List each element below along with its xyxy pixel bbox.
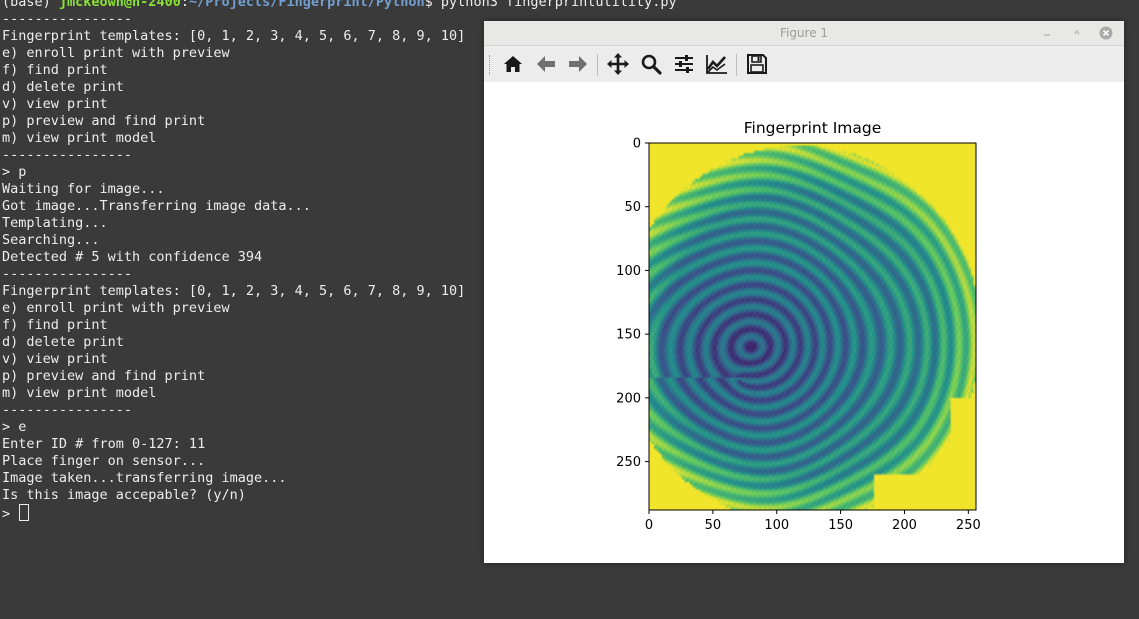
y-tick-label: 50 [624,200,641,215]
arrow-right-icon [569,56,587,72]
home-button[interactable] [500,51,526,77]
toolbar-grip[interactable] [489,55,492,75]
terminal-line: Enter ID # from 0-127: 11 [2,436,206,452]
fingerprint-plot: Fingerprint Image 0 50 100 150 200 250 0 50 100 15… [616,119,981,533]
terminal[interactable]: (base) jmckeown@h-2400:~/Projects/Finger… [0,0,677,613]
terminal-line: v) view print [2,96,108,112]
terminal-line: Place finger on sensor... [2,453,206,469]
x-tick-label: 50 [705,518,722,533]
heatmap-image [649,143,976,510]
close-icon [1099,26,1113,40]
zoom-button[interactable] [638,51,664,77]
terminal-line: d) delete print [2,79,124,95]
y-tick-label: 100 [616,264,641,279]
sliders-icon [675,55,693,73]
terminal-line: Got image...Transferring image data... [2,198,311,214]
terminal-input-line[interactable]: > [0,504,480,522]
y-tick-label: 200 [616,391,641,406]
terminal-line: f) find print [2,62,108,78]
maximize-button[interactable] [1070,26,1084,40]
x-tick-label: 100 [764,518,789,533]
terminal-line: m) view print model [2,385,157,401]
terminal-line: e) enroll print with preview [2,45,230,61]
toolbar-separator [597,54,598,76]
terminal-line: Is this image accepable? (y/n) [2,487,246,503]
maximize-icon [1074,29,1080,35]
arrow-left-icon [537,56,555,72]
line-chart-icon [706,55,727,74]
terminal-line: Searching... [2,232,100,248]
terminal-line: > p [2,164,27,180]
window-title: Figure 1 [779,26,829,40]
terminal-line: Waiting for image... [2,181,165,197]
y-tick-label: 150 [616,328,641,343]
terminal-line: ---------------- [2,402,133,418]
y-tick-label: 0 [633,137,641,152]
terminal-output: ---------------- Fingerprint templates: [… [0,11,480,504]
terminal-line: Image taken...transferring image... [2,470,287,486]
terminal-line: p) preview and find print [2,368,206,384]
edit-axis-button[interactable] [704,51,730,77]
prompt-path: ~/Projects/Fingerprint/Python [188,0,425,10]
close-button[interactable] [1099,26,1113,40]
terminal-line: > e [2,419,27,435]
text-cursor [19,504,30,521]
move-icon [607,53,629,75]
prompt-command: $ python3 fingerprintutility.py [424,0,677,10]
save-button[interactable] [744,51,770,77]
terminal-line: e) enroll print with preview [2,300,230,316]
terminal-line: Detected # 5 with confidence 394 [2,249,263,265]
terminal-line: Templating... [2,215,108,231]
x-tick-label: 150 [828,518,853,533]
back-button[interactable] [533,51,559,77]
prompt-sep: : [180,0,189,10]
terminal-prompt-line: (base) jmckeown@h-2400:~/Projects/Finger… [0,0,677,11]
terminal-line: v) view print [2,351,108,367]
input-prompt: > [2,506,19,522]
y-tick-label: 250 [616,455,641,470]
floppy-icon [747,54,767,74]
figure-toolbar [484,46,1124,83]
toolbar-separator [736,54,737,76]
prompt-user: jmckeown@h-2400 [58,0,181,10]
forward-button[interactable] [565,51,591,77]
terminal-line: f) find print [2,317,108,333]
terminal-line: ---------------- [2,147,133,163]
x-tick-label: 250 [956,518,981,533]
x-tick-label: 200 [892,518,917,533]
chart-title: Fingerprint Image [744,119,882,137]
home-icon [504,56,522,72]
magnifier-icon [641,54,662,75]
prompt-env: (base) [2,0,59,10]
terminal-line: Fingerprint templates: [0, 1, 2, 3, 4, 5… [2,283,466,299]
terminal-line: ---------------- [2,266,133,282]
figure-window[interactable]: Figure 1 Fingerprint Image 0 50 100 150 … [484,21,1124,563]
terminal-line: m) view print model [2,130,157,146]
plot-area[interactable]: Fingerprint Image 0 50 100 150 200 250 0 50 100 15… [484,82,1124,563]
terminal-line: ---------------- [2,11,133,27]
subplots-button[interactable] [671,51,697,77]
pan-button[interactable] [605,51,631,77]
window-titlebar[interactable]: Figure 1 [484,21,1124,46]
minimize-button[interactable] [1040,26,1054,40]
terminal-line: Fingerprint templates: [0, 1, 2, 3, 4, 5… [2,28,466,44]
terminal-line: p) preview and find print [2,113,206,129]
terminal-line: d) delete print [2,334,124,350]
x-tick-label: 0 [645,518,653,533]
minimize-icon [1044,34,1050,36]
